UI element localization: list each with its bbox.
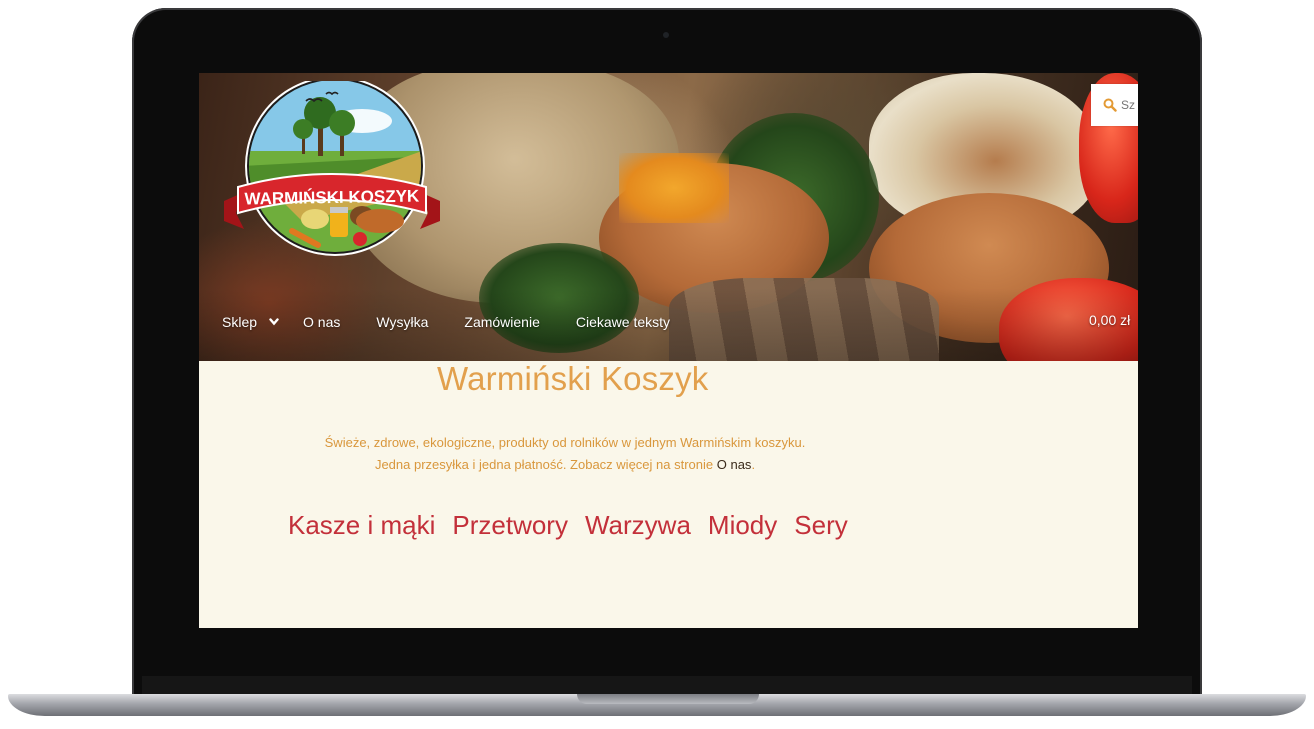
nav-item-ciekawe-teksty[interactable]: Ciekawe teksty: [576, 314, 670, 330]
nav-item-label: Sklep: [222, 314, 258, 330]
hero-pumpkin: [619, 153, 729, 223]
site-logo[interactable]: WARMIŃSKI KOSZYK: [222, 81, 442, 261]
about-link[interactable]: O nas: [717, 457, 752, 472]
nav-item-label: Zamówienie: [464, 314, 540, 330]
search-icon: [1103, 98, 1117, 112]
hero-banner: WARMIŃSKI KOSZYK Sklep O nas Wysyłka: [199, 73, 1138, 361]
laptop-notch: [577, 694, 759, 704]
logo-text: WARMIŃSKI KOSZYK: [244, 186, 420, 208]
search-box[interactable]: [1091, 84, 1138, 126]
nav-item-label: Wysyłka: [376, 314, 429, 330]
category-links: Kasze i mąki Przetwory Warzywa Miody Ser…: [288, 510, 908, 550]
site-title: Warmiński Koszyk: [437, 360, 709, 397]
category-link-miody[interactable]: Miody: [708, 510, 777, 550]
search-input[interactable]: [1117, 98, 1138, 112]
category-link-sery[interactable]: Sery: [794, 510, 847, 550]
tagline-line-1: Świeże, zdrowe, ekologiczne, produkty od…: [324, 435, 806, 450]
nav-item-wysylka[interactable]: Wysyłka: [376, 314, 428, 330]
category-link-warzywa[interactable]: Warzywa: [585, 510, 691, 550]
category-link-kasze[interactable]: Kasze i mąki: [288, 510, 435, 550]
tagline-line-2: Jedna przesyłka i jedna płatność. Zobacz…: [200, 454, 930, 476]
cart-total[interactable]: 0,00 zł: [1089, 312, 1130, 328]
nav-item-label: Ciekawe teksty: [575, 314, 671, 330]
category-link-przetwory[interactable]: Przetwory: [452, 510, 568, 550]
nav-item-sklep[interactable]: Sklep: [222, 314, 279, 330]
tagline-suffix: .: [751, 457, 756, 472]
nav-item-label: O nas: [303, 314, 341, 330]
main-nav: Sklep O nas Wysyłka Zamówienie Ciekawe t…: [222, 312, 706, 332]
tagline-line-2-text: Jedna przesyłka i jedna płatność. Zobacz…: [374, 457, 714, 472]
nav-item-o-nas[interactable]: O nas: [303, 314, 340, 330]
bezel-bottom: [142, 676, 1192, 696]
nav-item-zamowienie[interactable]: Zamówienie: [464, 314, 539, 330]
chevron-down-icon[interactable]: [269, 318, 279, 326]
site-tagline: Świeże, zdrowe, ekologiczne, produkty od…: [200, 432, 930, 476]
camera: [663, 32, 669, 38]
